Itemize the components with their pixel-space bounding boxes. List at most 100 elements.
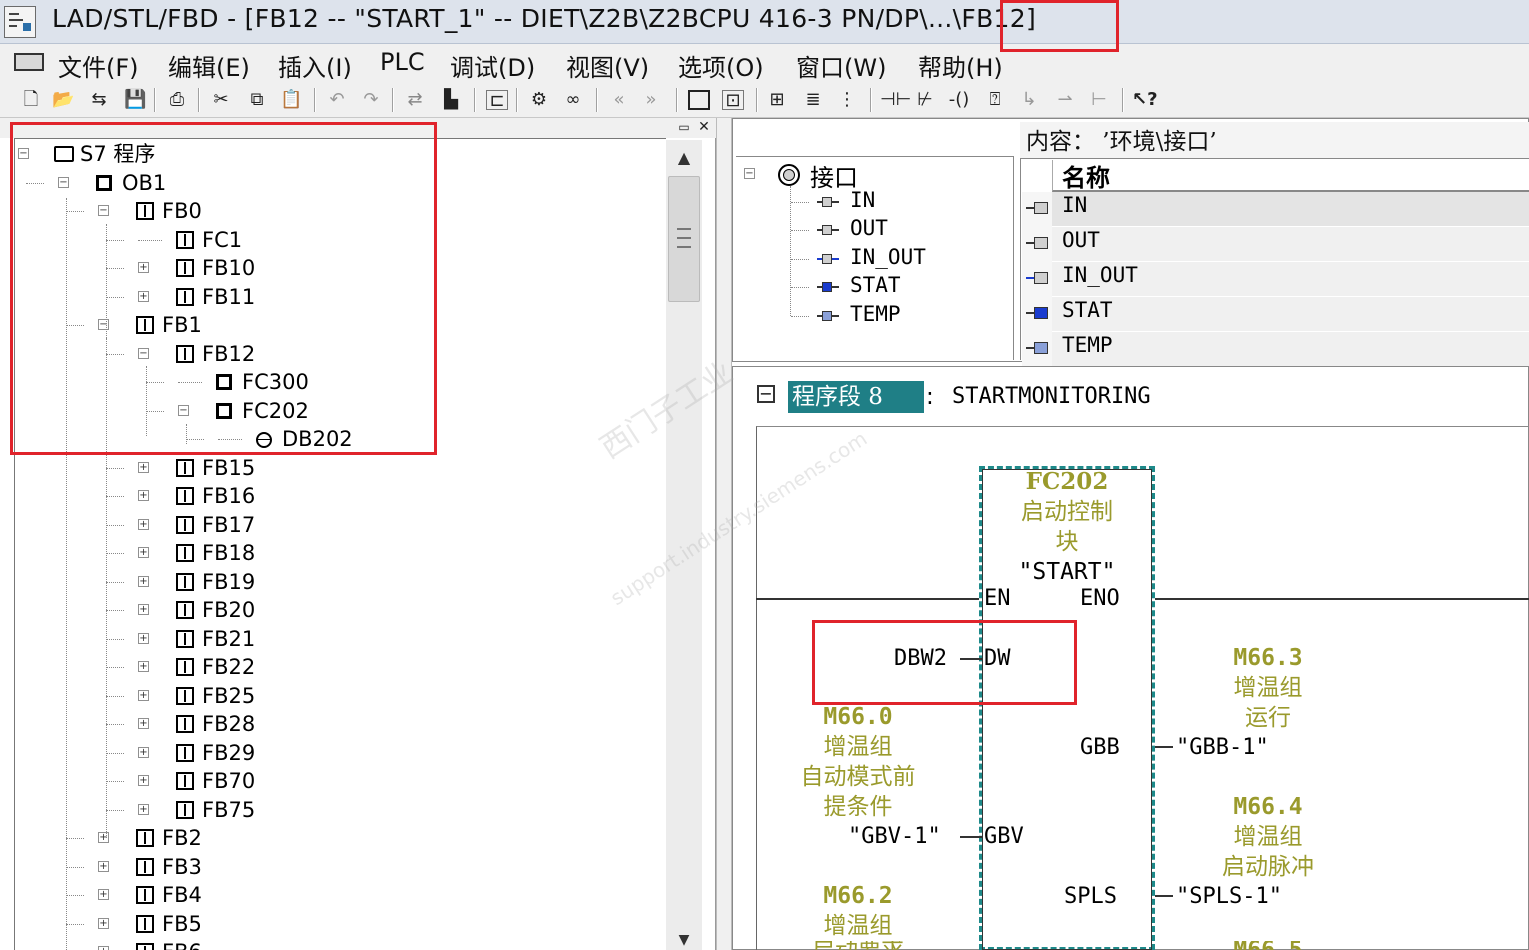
lad-stl-fbd-app-icon[interactable] xyxy=(4,6,36,38)
branch-open-icon[interactable]: ⋮ xyxy=(836,90,858,110)
network-collapse-icon[interactable]: − xyxy=(757,385,775,403)
menu-window[interactable]: 窗口(W) xyxy=(796,48,886,83)
help-icon[interactable]: ↖? xyxy=(1132,90,1158,110)
menu-help[interactable]: 帮助(H) xyxy=(918,48,1003,83)
interface-collapse-icon[interactable]: − xyxy=(744,168,755,179)
pane-splitter[interactable] xyxy=(716,118,732,950)
tree-node[interactable]: + FB22 xyxy=(0,653,660,681)
pin-en[interactable]: EN xyxy=(984,586,1011,611)
expand-icon[interactable]: + xyxy=(138,490,149,501)
tree-node[interactable]: + FB17 xyxy=(0,511,660,539)
tree-node[interactable]: + FB4 xyxy=(0,881,660,909)
pin-eno[interactable]: ENO xyxy=(1080,586,1120,611)
network-icon[interactable]: ⊞ xyxy=(766,90,788,110)
glasses-icon[interactable]: ∞ xyxy=(562,90,584,110)
grid-row-stat[interactable] xyxy=(1052,297,1529,332)
tree-node[interactable]: + FB28 xyxy=(0,710,660,738)
tree-node[interactable]: + FB29 xyxy=(0,739,660,767)
expand-icon[interactable]: + xyxy=(98,832,109,843)
cut-icon[interactable]: ✂ xyxy=(210,90,232,110)
monitor-icon[interactable]: ⊏ xyxy=(486,90,508,111)
expand-icon[interactable]: + xyxy=(138,547,149,558)
print-icon[interactable]: ⎙ xyxy=(166,90,188,110)
expand-icon[interactable]: + xyxy=(138,718,149,729)
expand-icon[interactable]: + xyxy=(138,804,149,815)
network-title[interactable]: STARTMONITORING xyxy=(952,381,1151,413)
grid-row-temp[interactable] xyxy=(1052,332,1529,367)
copy-icon[interactable]: ⧉ xyxy=(246,90,268,110)
menu-insert[interactable]: 插入(I) xyxy=(278,48,352,83)
paste-icon[interactable]: 📋 xyxy=(280,90,302,110)
expand-icon[interactable]: + xyxy=(98,918,109,929)
pin-gbb[interactable]: GBB xyxy=(1080,735,1120,760)
interface-in-out[interactable]: IN_OUT xyxy=(850,245,926,269)
tree-node[interactable]: + FB16 xyxy=(0,482,660,510)
interface-stat[interactable]: STAT xyxy=(850,273,901,297)
interface-in[interactable]: IN xyxy=(850,188,875,212)
expand-icon[interactable]: + xyxy=(98,861,109,872)
tree-node[interactable]: + FB2 xyxy=(0,824,660,852)
accessible-nodes-icon[interactable]: ⇆ xyxy=(88,90,110,110)
box-icon[interactable]: ⍰ xyxy=(984,90,1006,110)
pin-spls[interactable]: SPLS xyxy=(1064,884,1117,909)
contact-no-icon[interactable]: ⊣⊢ xyxy=(880,90,911,110)
menu-file[interactable]: 文件(F) xyxy=(58,48,139,83)
tree-node[interactable]: + FB70 xyxy=(0,767,660,795)
expand-icon[interactable]: + xyxy=(138,519,149,530)
expand-icon[interactable]: + xyxy=(138,462,149,473)
tree-node[interactable]: + FB6 xyxy=(0,938,660,950)
operand-gbv-symbol[interactable]: "GBV-1" xyxy=(848,824,941,849)
menu-view[interactable]: 视图(V) xyxy=(566,48,649,83)
expand-icon[interactable]: + xyxy=(138,661,149,672)
tree-node[interactable]: + FB18 xyxy=(0,539,660,567)
next-network-icon[interactable]: » xyxy=(640,90,662,110)
grid-row-out[interactable] xyxy=(1052,227,1529,262)
network-label[interactable]: 程序段 8 xyxy=(788,381,924,413)
open-icon[interactable]: 📂 xyxy=(52,90,74,110)
online-icon[interactable]: ⇄ xyxy=(404,90,426,110)
tree-node[interactable]: + FB15 xyxy=(0,454,660,482)
expand-icon[interactable]: + xyxy=(138,747,149,758)
download-icon[interactable]: ▙ xyxy=(440,90,462,110)
expand-icon[interactable]: + xyxy=(98,946,109,950)
interface-temp[interactable]: TEMP xyxy=(850,302,901,326)
tree-node[interactable]: + FB25 xyxy=(0,682,660,710)
expand-icon[interactable]: + xyxy=(138,576,149,587)
contact-nc-icon[interactable]: ⊬ xyxy=(914,90,936,110)
tree-node[interactable]: + FB75 xyxy=(0,796,660,824)
scroll-down-icon[interactable]: ▼ xyxy=(666,930,702,950)
close-branch-icon[interactable]: ⇀ xyxy=(1054,90,1076,110)
tree-node[interactable]: + FB5 xyxy=(0,910,660,938)
menu-plc[interactable]: PLC xyxy=(380,48,425,76)
expand-icon[interactable]: + xyxy=(98,889,109,900)
redo-icon[interactable]: ↷ xyxy=(360,90,382,110)
prev-network-icon[interactable]: « xyxy=(608,90,630,110)
expand-icon[interactable]: + xyxy=(138,690,149,701)
expand-icon[interactable]: + xyxy=(138,604,149,615)
pin-gbv[interactable]: GBV xyxy=(984,824,1024,849)
open-branch-icon[interactable]: ↳ xyxy=(1018,90,1040,110)
new-icon[interactable]: 🗋 xyxy=(20,90,42,110)
close-icon[interactable]: ✕ xyxy=(696,119,712,135)
connector-icon[interactable]: ⊢ xyxy=(1088,90,1110,110)
document-window-icon[interactable] xyxy=(14,53,44,71)
overview-icon[interactable] xyxy=(688,90,710,110)
tree-node[interactable]: + FB20 xyxy=(0,596,660,624)
menu-edit[interactable]: 编辑(E) xyxy=(168,48,250,83)
menu-debug[interactable]: 调试(D) xyxy=(450,48,535,83)
branch-icon[interactable]: ≣ xyxy=(802,90,824,110)
undo-icon[interactable]: ↶ xyxy=(326,90,348,110)
settings-icon[interactable]: ⚙ xyxy=(528,90,550,110)
restore-icon[interactable]: ▭ xyxy=(676,119,692,135)
operand-spls-symbol[interactable]: "SPLS-1" xyxy=(1176,884,1282,909)
tree-node[interactable]: + FB21 xyxy=(0,625,660,653)
coil-icon[interactable]: -() xyxy=(948,90,970,110)
grid-row-in[interactable] xyxy=(1052,192,1529,227)
program-elements-icon[interactable]: ⊡ xyxy=(722,90,744,111)
operand-gbb-symbol[interactable]: "GBB-1" xyxy=(1176,735,1269,760)
tree-node[interactable]: + FB19 xyxy=(0,568,660,596)
menu-options[interactable]: 选项(O) xyxy=(678,48,764,83)
tree-node[interactable]: + FB3 xyxy=(0,853,660,881)
interface-out[interactable]: OUT xyxy=(850,216,888,240)
expand-icon[interactable]: + xyxy=(138,633,149,644)
